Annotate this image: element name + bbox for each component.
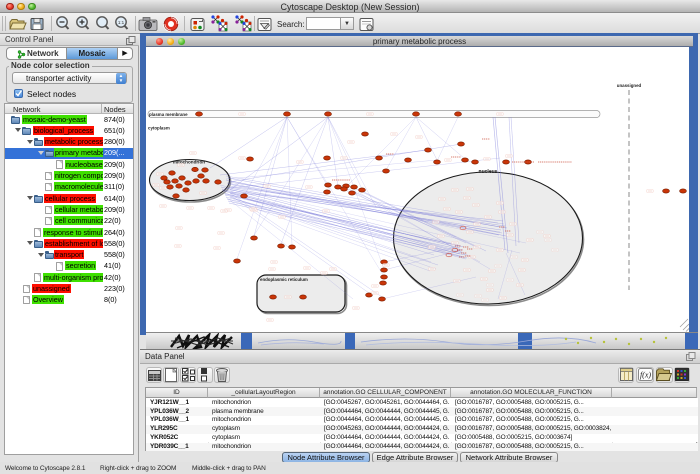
svg-text:endoplasmic reticulum: endoplasmic reticulum [260, 277, 308, 282]
svg-text:1:1: 1:1 [118, 20, 125, 25]
svg-text:unassigned: unassigned [617, 83, 642, 88]
svg-text:cytoplasm: cytoplasm [148, 126, 170, 131]
svg-text:nucleus: nucleus [479, 169, 498, 175]
svg-text:f(x): f(x) [640, 371, 651, 380]
svg-text:plasma membrane: plasma membrane [149, 112, 188, 117]
